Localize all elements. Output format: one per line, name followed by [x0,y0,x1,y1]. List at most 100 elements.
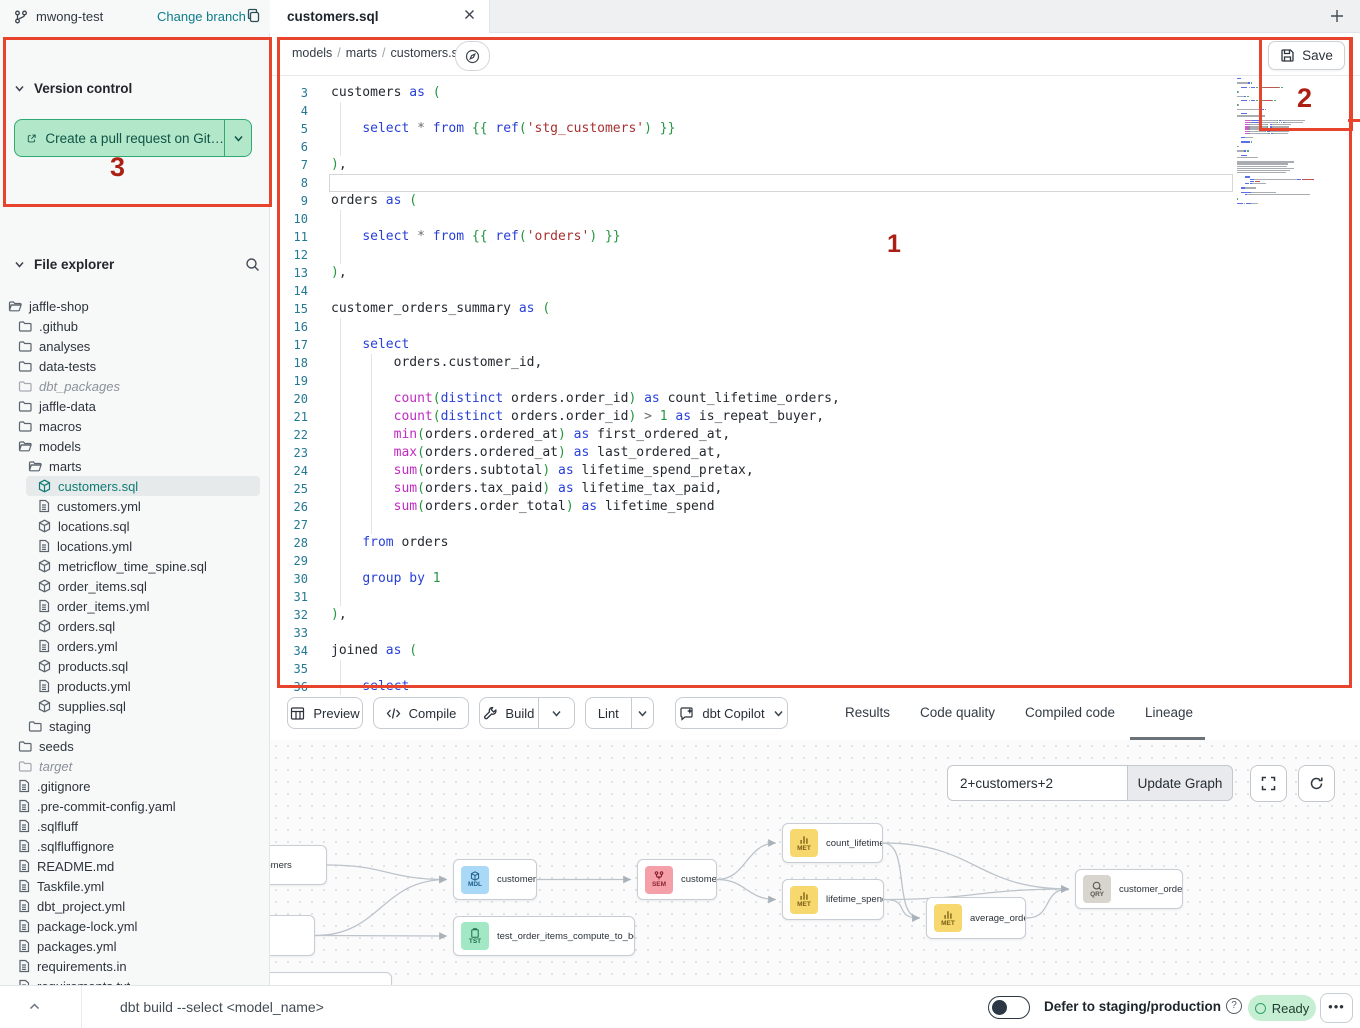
code-line-26[interactable]: 26 sum(orders.order_total) as lifetime_s… [270,498,1360,516]
tab-code-quality[interactable]: Code quality [920,705,995,720]
tree-item-dbt-project-yml[interactable]: dbt_project.yml [0,896,270,916]
minimap[interactable] [1237,78,1333,205]
tree-item--sqlfluffignore[interactable]: .sqlfluffignore [0,836,270,856]
tree-item-requirements-in[interactable]: requirements.in [0,956,270,976]
command-input[interactable]: dbt build --select <model_name> [120,999,324,1015]
update-graph-button[interactable]: Update Graph [1127,765,1233,801]
code-line-28[interactable]: 28 from orders [270,534,1360,552]
tree-item-jaffle-data[interactable]: jaffle-data [0,396,270,416]
tree-item-customers-yml[interactable]: customers.yml [0,496,270,516]
code-line-36[interactable]: 36 select [270,678,1360,695]
lineage-node-stg_customers[interactable]: stg_customers [270,845,327,885]
tree-item-orders-sql[interactable]: orders.sql [0,616,270,636]
dbt-copilot-button[interactable]: dbt Copilot [675,697,788,729]
code-line-13[interactable]: 13), [270,264,1360,282]
tree-item-locations-yml[interactable]: locations.yml [0,536,270,556]
lineage-node-lifetime_spend_pretax[interactable]: METlifetime_spend_pretax [782,879,884,920]
code-line-18[interactable]: 18 orders.customer_id, [270,354,1360,372]
code-line-11[interactable]: 11 select * from {{ ref('orders') }} [270,228,1360,246]
tree-item-products-yml[interactable]: products.yml [0,676,270,696]
tree-item-analyses[interactable]: analyses [0,336,270,356]
tree-item-readme-md[interactable]: README.md [0,856,270,876]
tree-item-models[interactable]: models [0,436,270,456]
tab-results[interactable]: Results [845,705,890,720]
tree-item--gitignore[interactable]: .gitignore [0,776,270,796]
code-line-21[interactable]: 21 count(distinct orders.order_id) > 1 a… [270,408,1360,426]
code-line-15[interactable]: 15customer_orders_summary as ( [270,300,1360,318]
code-line-23[interactable]: 23 max(orders.ordered_at) as last_ordere… [270,444,1360,462]
code-line-17[interactable]: 17 select [270,336,1360,354]
copy-icon[interactable] [246,8,261,23]
create-pr-dropdown[interactable] [224,120,251,156]
tree-item-locations-sql[interactable]: locations.sql [0,516,270,536]
code-line-16[interactable]: 16 [270,318,1360,336]
breadcrumb-models[interactable]: models [292,46,332,60]
file-explorer-header[interactable]: File explorer [14,257,114,272]
tree-item-macros[interactable]: macros [0,416,270,436]
tab-compiled-code[interactable]: Compiled code [1025,705,1115,720]
tree-item-staging[interactable]: staging [0,716,270,736]
tree-item-seeds[interactable]: seeds [0,736,270,756]
code-line-35[interactable]: 35 [270,660,1360,678]
code-line-14[interactable]: 14 [270,282,1360,300]
tree-item-dbt-packages[interactable]: dbt_packages [0,376,270,396]
lineage-node-orders_src[interactable]: orders [270,915,315,956]
lineage-node-customers_sem[interactable]: SEMcustomers [637,859,717,900]
code-line-25[interactable]: 25 sum(orders.tax_paid) as lifetime_tax_… [270,480,1360,498]
tree-item-order-items-sql[interactable]: order_items.sql [0,576,270,596]
tree-item-package-lock-yml[interactable]: package-lock.yml [0,916,270,936]
code-line-10[interactable]: 10 [270,210,1360,228]
code-line-8[interactable]: 8 [270,174,1360,192]
tree-item-customers-sql[interactable]: customers.sql [26,476,260,496]
preview-button[interactable]: Preview [287,697,363,729]
lineage-node-test_node[interactable]: TSTtest_order_items_compute_to_bools… [453,916,635,956]
tab-lineage[interactable]: Lineage [1145,705,1193,720]
build-button[interactable]: Build [480,698,538,728]
chevron-up-icon[interactable] [28,1000,41,1013]
code-line-4[interactable]: 4 [270,102,1360,120]
lineage-selector-input[interactable] [947,765,1128,801]
tree-item-orders-yml[interactable]: orders.yml [0,636,270,656]
code-line-32[interactable]: 32), [270,606,1360,624]
code-line-20[interactable]: 20 count(distinct orders.order_id) as co… [270,390,1360,408]
create-pr-button[interactable]: Create a pull request on Git… [14,119,252,157]
lineage-node-customers_mdl[interactable]: MDLcustomers [453,859,537,900]
tab-customers-sql[interactable]: customers.sql [270,0,490,33]
lineage-node-partial_node[interactable] [270,972,392,985]
code-line-29[interactable]: 29 [270,552,1360,570]
tree-item--sqlfluff[interactable]: .sqlfluff [0,816,270,836]
code-line-22[interactable]: 22 min(orders.ordered_at) as first_order… [270,426,1360,444]
code-line-27[interactable]: 27 [270,516,1360,534]
tree-item-target[interactable]: target [0,756,270,776]
create-pr-main[interactable]: Create a pull request on Git… [15,131,224,146]
tree-item--pre-commit-config-yaml[interactable]: .pre-commit-config.yaml [0,796,270,816]
code-line-30[interactable]: 30 group by 1 [270,570,1360,588]
tree-item-products-sql[interactable]: products.sql [0,656,270,676]
change-branch-link[interactable]: Change branch [157,9,246,24]
tree-item--github[interactable]: .github [0,316,270,336]
breadcrumb-marts[interactable]: marts [346,46,377,60]
lint-dropdown[interactable] [631,698,653,728]
build-dropdown[interactable] [538,698,574,728]
version-control-header[interactable]: Version control [14,81,132,96]
close-icon[interactable] [463,8,476,21]
tree-item-data-tests[interactable]: data-tests [0,356,270,376]
code-line-7[interactable]: 7), [270,156,1360,174]
tree-item-packages-yml[interactable]: packages.yml [0,936,270,956]
lineage-node-average_order_value[interactable]: METaverage_order_value [926,897,1026,939]
defer-toggle[interactable] [988,996,1030,1019]
compile-button[interactable]: Compile [373,697,469,729]
code-line-34[interactable]: 34joined as ( [270,642,1360,660]
tree-item-supplies-sql[interactable]: supplies.sql [0,696,270,716]
help-icon[interactable]: ? [1226,998,1242,1014]
code-line-19[interactable]: 19 [270,372,1360,390]
code-line-5[interactable]: 5 select * from {{ ref('stg_customers') … [270,120,1360,138]
tree-item-jaffle-shop[interactable]: jaffle-shop [0,296,270,316]
tree-item-order-items-yml[interactable]: order_items.yml [0,596,270,616]
code-line-24[interactable]: 24 sum(orders.subtotal) as lifetime_spen… [270,462,1360,480]
code-line-9[interactable]: 9orders as ( [270,192,1360,210]
save-button[interactable]: Save [1268,41,1345,70]
tree-item-taskfile-yml[interactable]: Taskfile.yml [0,876,270,896]
code-line-31[interactable]: 31 [270,588,1360,606]
lineage-node-count_lifetime_orders[interactable]: METcount_lifetime_orders [782,823,883,863]
